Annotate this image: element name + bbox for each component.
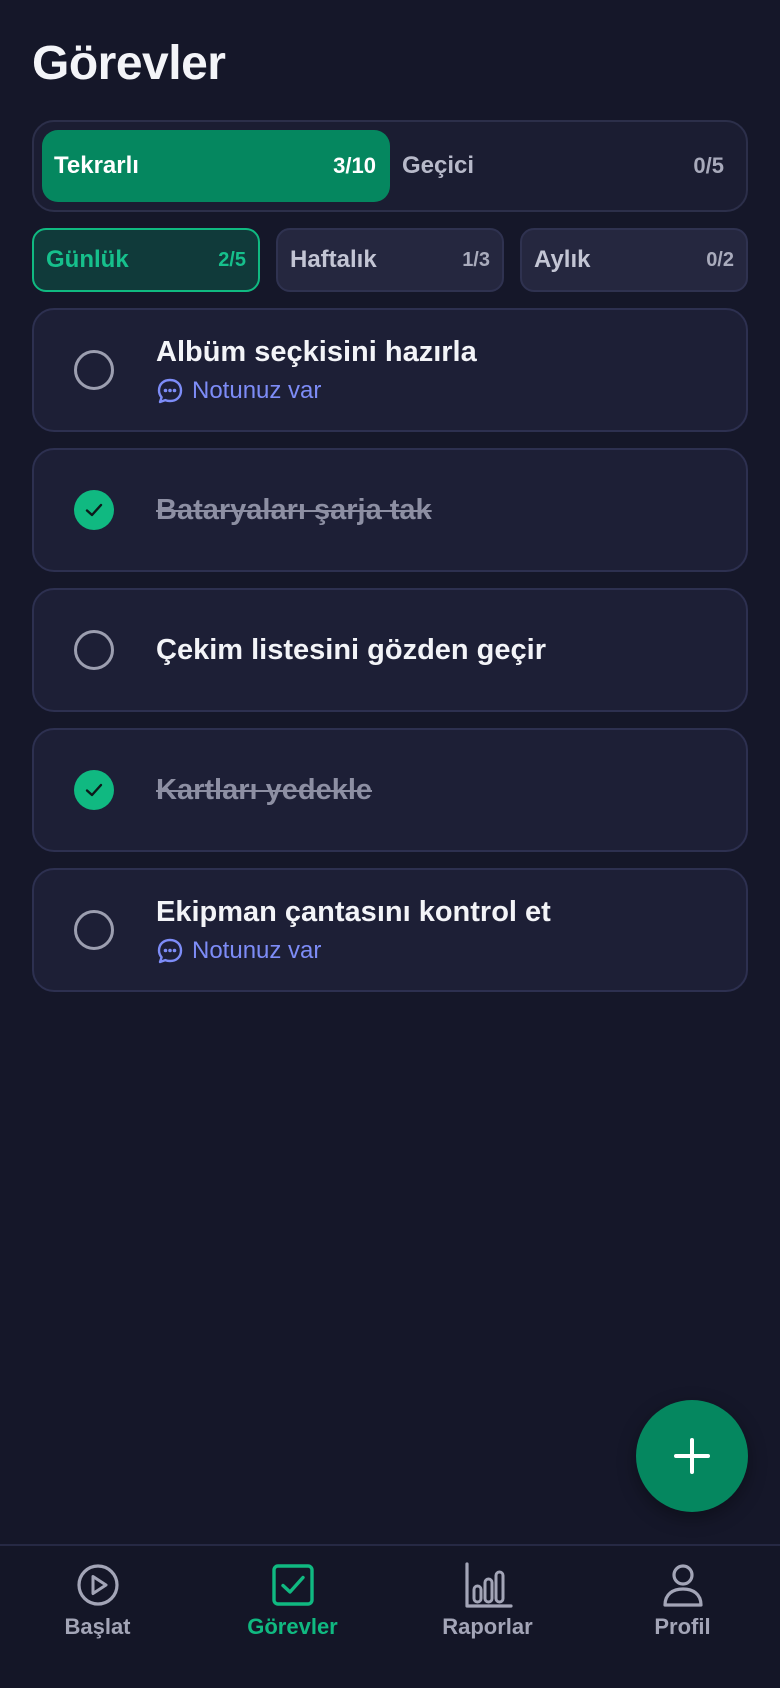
screen: Görevler Tekrarlı 3/10 Geçici 0/5 Günlük… [0,0,780,1688]
chat-bubble-icon [157,938,183,963]
checkmark-icon [85,783,103,797]
nav-label: Profil [654,1614,711,1639]
subtab-monthly[interactable]: Aylık 0/2 [520,228,748,292]
nav-label: Başlat [64,1614,131,1639]
task-title: Ekipman çantasını kontrol et [156,895,551,928]
nav-item-tasks[interactable]: Görevler [195,1546,390,1688]
tab-recurring[interactable]: Tekrarlı 3/10 [42,130,390,202]
tab-count: 0/5 [693,153,724,178]
add-task-button[interactable] [636,1400,748,1512]
period-tab-selector: Günlük 2/5 Haftalık 1/3 Aylık 0/2 [32,228,748,292]
task-title: Çekim listesini gözden geçir [156,633,546,666]
task-card[interactable]: Kartları yedekle [32,728,748,852]
subtab-daily[interactable]: Günlük 2/5 [32,228,260,292]
tab-label: Tekrarlı [54,152,139,179]
checkmark-icon [85,503,103,517]
task-card[interactable]: Çekim listesini gözden geçir [32,588,748,712]
task-note: Notunuz var [156,937,551,965]
subtab-label: Haftalık [290,246,377,273]
nav-label: Görevler [247,1614,338,1639]
task-title: Albüm seçkisini hazırla [156,335,477,368]
task-checkbox[interactable] [74,350,114,390]
task-card[interactable]: Ekipman çantasını kontrol et Notunuz var [32,868,748,992]
task-checkbox[interactable] [74,910,114,950]
tab-label: Geçici [402,152,475,179]
page-title: Görevler [32,37,226,90]
task-card[interactable]: Albüm seçkisini hazırla Notunuz var [32,308,748,432]
plus-icon [674,1438,710,1474]
nav-item-start[interactable]: Başlat [0,1546,195,1688]
task-note: Notunuz var [156,377,477,405]
task-list: Albüm seçkisini hazırla Notunuz var Bata… [32,308,748,1008]
bottom-nav: Başlat Görevler Raporlar Profil [0,1544,780,1688]
subtab-count: 2/5 [218,248,246,271]
play-circle-icon [76,1564,119,1606]
task-card[interactable]: Bataryaları şarja tak [32,448,748,572]
nav-item-reports[interactable]: Raporlar [390,1546,585,1688]
task-checkbox[interactable] [74,630,114,670]
subtab-count: 0/2 [706,248,734,271]
task-title: Bataryaları şarja tak [156,493,432,526]
nav-label: Raporlar [442,1614,533,1639]
nav-item-profile[interactable]: Profil [585,1546,780,1688]
tab-temporary[interactable]: Geçici 0/5 [390,130,738,202]
user-icon [662,1564,703,1607]
subtab-count: 1/3 [462,248,490,271]
subtab-weekly[interactable]: Haftalık 1/3 [276,228,504,292]
main-tab-selector: Tekrarlı 3/10 Geçici 0/5 [32,120,748,212]
subtab-label: Aylık [534,246,591,273]
task-checkbox-checked[interactable] [74,490,114,530]
chat-bubble-icon [157,378,183,403]
bar-chart-icon [464,1562,513,1608]
task-note-text: Notunuz var [192,936,322,964]
task-checkbox-checked[interactable] [74,770,114,810]
tab-count: 3/10 [333,153,376,178]
checkbox-icon [271,1564,314,1606]
task-note-text: Notunuz var [192,376,322,404]
subtab-label: Günlük [46,246,129,273]
task-title: Kartları yedekle [156,773,373,806]
